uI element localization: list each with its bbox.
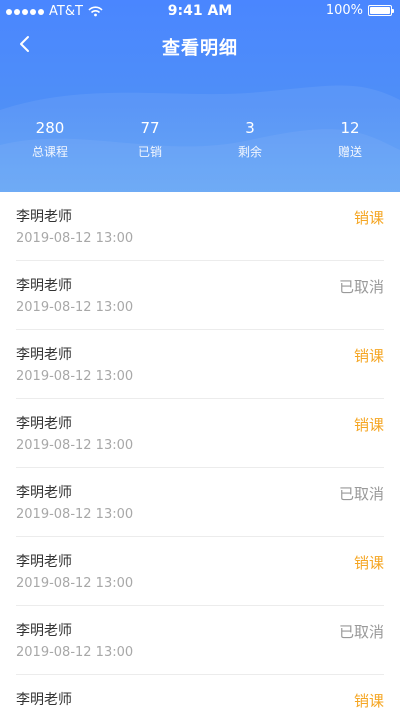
record-status: 销课: [353, 554, 384, 572]
stat-value: 280: [35, 119, 65, 137]
stat-label: 赠送: [337, 145, 362, 159]
stat-value: 77: [140, 119, 160, 137]
record-time: 2019-08-12 13:00: [16, 369, 134, 384]
nav-bar: 查看明细: [0, 22, 400, 66]
header: AT&T 9:41 AM 100% 查看明细 280 总课程 77 已销 3 剩…: [0, 0, 400, 192]
page-title: 查看明细: [162, 38, 238, 59]
list-item[interactable]: 李明老师 销课: [16, 675, 384, 711]
stat-sold: 77 已销: [100, 118, 200, 160]
record-time: 2019-08-12 13:00: [16, 438, 134, 453]
record-status: 已取消: [338, 623, 384, 641]
record-status: 销课: [353, 209, 384, 227]
teacher-name: 李明老师: [16, 554, 72, 570]
record-time: 2019-08-12 13:00: [16, 645, 134, 660]
stat-value: 3: [245, 119, 255, 137]
list-item[interactable]: 李明老师 2019-08-12 13:00 已取消: [16, 261, 384, 330]
list-item[interactable]: 李明老师 2019-08-12 13:00 销课: [16, 537, 384, 606]
record-status: 已取消: [338, 278, 384, 296]
teacher-name: 李明老师: [16, 347, 72, 363]
list-item[interactable]: 李明老师 2019-08-12 13:00 销课: [16, 192, 384, 261]
battery-icon: [368, 5, 394, 16]
record-list: 李明老师 2019-08-12 13:00 销课 李明老师 2019-08-12…: [0, 192, 400, 711]
list-item[interactable]: 李明老师 2019-08-12 13:00 已取消: [16, 606, 384, 675]
status-bar: AT&T 9:41 AM 100%: [0, 0, 400, 22]
record-time: 2019-08-12 13:00: [16, 231, 134, 246]
stat-remaining: 3 剩余: [200, 118, 300, 160]
record-time: 2019-08-12 13:00: [16, 300, 134, 315]
record-time: 2019-08-12 13:00: [16, 576, 134, 591]
record-status: 销课: [353, 347, 384, 365]
teacher-name: 李明老师: [16, 692, 72, 708]
stat-label: 总课程: [31, 145, 68, 159]
stat-label: 已销: [137, 145, 162, 159]
stat-total: 280 总课程: [0, 118, 100, 160]
teacher-name: 李明老师: [16, 278, 72, 294]
record-status: 销课: [353, 692, 384, 710]
teacher-name: 李明老师: [16, 623, 72, 639]
stats-summary: 280 总课程 77 已销 3 剩余 12 赠送: [0, 118, 400, 160]
list-item[interactable]: 李明老师 2019-08-12 13:00 销课: [16, 330, 384, 399]
record-time: 2019-08-12 13:00: [16, 507, 134, 522]
list-item[interactable]: 李明老师 2019-08-12 13:00 已取消: [16, 468, 384, 537]
stat-gift: 12 赠送: [300, 118, 400, 160]
battery-percent: 100%: [325, 3, 363, 18]
stat-value: 12: [340, 119, 360, 137]
list-item[interactable]: 李明老师 2019-08-12 13:00 销课: [16, 399, 384, 468]
stat-label: 剩余: [237, 145, 262, 159]
record-status: 销课: [353, 416, 384, 434]
teacher-name: 李明老师: [16, 209, 72, 225]
teacher-name: 李明老师: [16, 485, 72, 501]
record-status: 已取消: [338, 485, 384, 503]
teacher-name: 李明老师: [16, 416, 72, 432]
